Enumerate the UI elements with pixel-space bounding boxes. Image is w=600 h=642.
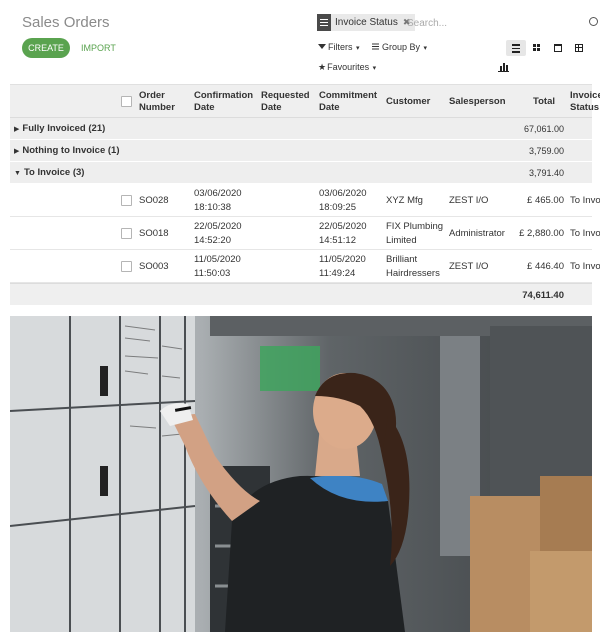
favourites-dropdown[interactable]: ★Favourites ▾ [318,62,376,73]
group-by-icon [372,45,379,47]
select-all-checkbox[interactable] [121,96,132,107]
star-icon: ★ [318,62,327,72]
row-checkbox[interactable] [121,195,132,206]
table-row[interactable]: SO028 03/06/2020 18:10:38 03/06/2020 18:… [10,184,600,217]
order-total: £ 446.40 [527,261,564,272]
confirmation-date: 11/05/2020 [194,254,241,265]
filter-icon [318,44,326,49]
pivot-icon [575,44,583,52]
graph-view-button[interactable] [498,62,510,72]
customer-line-2: Hairdressers [386,268,440,279]
group-by-label: Group By [382,42,421,52]
page-title: Sales Orders [22,14,110,31]
group-total: 67,061.00 [523,124,564,134]
salesperson: ZEST I/O [449,195,489,206]
group-label: Fully Invoiced (21) [22,123,106,134]
group-total: 3,791.40 [528,168,564,178]
control-panel: Sales Orders CREATE IMPORT Invoice Statu… [0,0,600,84]
commitment-time: 18:09:25 [319,202,356,213]
chevron-down-icon: ▾ [372,65,377,72]
import-button[interactable]: IMPORT [81,43,116,53]
warehouse-photo [10,316,592,632]
group-total: 3,759.00 [528,146,564,156]
confirmation-date: 22/05/2020 [194,221,242,232]
row-checkbox[interactable] [121,228,132,239]
table-row[interactable]: SO003 11/05/2020 11:50:03 11/05/2020 11:… [10,250,600,283]
group-by-dropdown[interactable]: Group By ▾ [372,42,427,52]
sales-orders-table: Order Number Confirmation Date Requested… [10,84,600,305]
table-row[interactable]: SO018 22/05/2020 14:52:20 22/05/2020 14:… [10,217,600,250]
customer: XYZ Mfg [386,195,423,206]
commitment-date: 03/06/2020 [319,188,367,199]
invoice-status: To Invoice [570,195,600,206]
list-view-button[interactable] [506,40,526,56]
col-total[interactable]: Total [533,96,555,108]
warehouse-worker-illustration [10,316,592,632]
col-invoice-status[interactable]: Invoice Status [570,90,600,114]
col-requested-date[interactable]: Requested Date [261,90,313,114]
invoice-status: To Invoice [570,261,600,272]
group-row-nothing-to-invoice[interactable]: ▶ Nothing to Invoice (1) 3,759.00 [10,140,592,162]
commitment-date: 11/05/2020 [319,254,366,265]
order-number: SO003 [139,261,169,272]
calendar-view-button[interactable] [548,40,568,56]
group-label: To Invoice (3) [23,167,85,178]
filters-dropdown[interactable]: Filters ▾ [318,42,360,52]
commitment-time: 11:49:24 [319,268,356,279]
customer: Brilliant [386,254,418,265]
search-icon[interactable] [589,17,598,26]
confirmation-time: 14:52:20 [194,235,231,246]
search-facet-invoice-status[interactable]: Invoice Status ✖ [317,14,416,31]
col-salesperson[interactable]: Salesperson [449,96,506,108]
customer: FIX Plumbing [386,221,444,232]
confirmation-time: 11:50:03 [194,268,231,279]
group-by-facet-icon [317,14,331,31]
customer-line-2: Limited [386,235,417,246]
order-total: £ 2,880.00 [519,228,564,239]
salesperson: ZEST I/O [449,261,489,272]
group-row-to-invoice[interactable]: ▼ To Invoice (3) 3,791.40 [10,162,592,184]
create-button[interactable]: CREATE [22,38,70,58]
caret-right-icon: ▶ [14,148,20,155]
facet-label: Invoice Status [335,17,398,28]
order-number: SO028 [139,195,169,206]
caret-down-icon: ▼ [14,170,21,177]
order-total: £ 465.00 [527,195,564,206]
group-label: Nothing to Invoice (1) [22,145,120,156]
favourites-label: Favourites [327,62,370,72]
table-footer: 74,611.40 [10,283,592,305]
grand-total: 74,611.40 [522,290,564,301]
col-order-number[interactable]: Order Number [139,90,179,114]
pivot-view-button[interactable] [569,40,589,56]
chevron-down-icon: ▾ [356,45,360,52]
caret-right-icon: ▶ [14,126,20,133]
invoice-status: To Invoice [570,228,600,239]
commitment-time: 14:51:12 [319,235,356,246]
calendar-icon [554,44,562,52]
confirmation-time: 18:10:38 [194,202,231,213]
kanban-view-button[interactable] [527,40,547,56]
commitment-date: 22/05/2020 [319,221,367,232]
col-customer[interactable]: Customer [386,96,430,108]
confirmation-date: 03/06/2020 [194,188,242,199]
table-header: Order Number Confirmation Date Requested… [10,84,600,118]
search-input[interactable] [407,16,577,30]
salesperson: Administrator [449,228,505,239]
chevron-down-icon: ▾ [423,45,428,52]
group-row-fully-invoiced[interactable]: ▶ Fully Invoiced (21) 67,061.00 [10,118,592,140]
filters-label: Filters [328,42,353,52]
order-number: SO018 [139,228,169,239]
col-commitment-date[interactable]: Commitment Date [319,90,381,114]
row-checkbox[interactable] [121,261,132,272]
col-confirmation-date[interactable]: Confirmation Date [194,90,256,114]
